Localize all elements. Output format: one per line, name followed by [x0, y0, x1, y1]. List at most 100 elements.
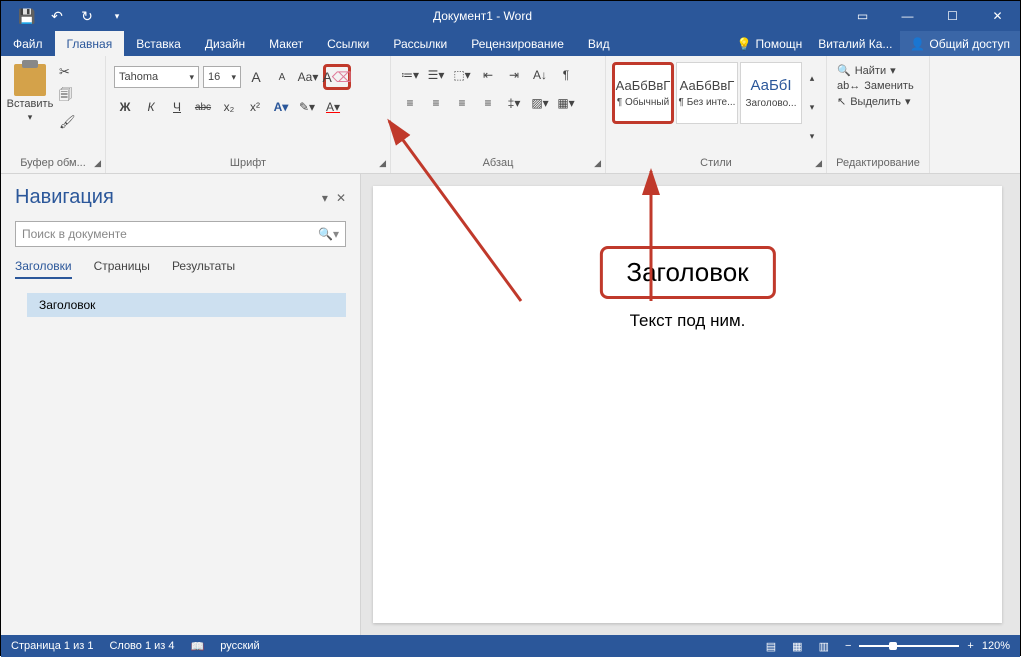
ribbon-options-icon[interactable]: ▭	[840, 1, 885, 31]
group-font-label: Шрифт	[110, 155, 386, 173]
proofing-icon[interactable]: 📖	[191, 640, 205, 653]
style-heading1[interactable]: АаБбІ Заголово...	[740, 62, 802, 124]
group-editing: 🔍 Найти ▾ ab↔ Заменить ↖ Выделить ▾ Реда…	[827, 56, 930, 173]
save-icon[interactable]: 💾	[19, 8, 35, 24]
bullets-button[interactable]: ≔▾	[399, 64, 421, 86]
nav-tab-pages[interactable]: Страницы	[94, 259, 150, 279]
tab-references[interactable]: Ссылки	[315, 31, 381, 56]
copy-icon[interactable]: 🗐	[59, 86, 76, 108]
user-name[interactable]: Виталий Ка...	[810, 31, 900, 56]
decrease-indent-button[interactable]: ⇤	[477, 64, 499, 86]
align-center-button[interactable]: ≡	[425, 92, 447, 114]
clear-formatting-button[interactable]: A⌫	[323, 64, 351, 90]
tab-insert[interactable]: Вставка	[124, 31, 193, 56]
paste-label: Вставить	[7, 98, 54, 110]
ribbon: Вставить ▾ ✂ 🗐 🖌 Буфер обм... ◢ Tahoma▾ …	[1, 56, 1020, 174]
group-styles-label: Стили	[610, 155, 822, 173]
status-words[interactable]: Слово 1 из 4	[109, 640, 174, 652]
sort-button[interactable]: A↓	[529, 64, 551, 86]
redo-icon[interactable]: ↻	[79, 8, 95, 24]
zoom-slider[interactable]	[859, 645, 959, 647]
shading-button[interactable]: ▨▾	[529, 92, 551, 114]
minimize-icon[interactable]: —	[885, 1, 930, 31]
zoom-in-icon[interactable]: +	[967, 640, 973, 652]
nav-tab-headings[interactable]: Заголовки	[15, 259, 72, 279]
styles-scroll-down-icon[interactable]: ▾	[806, 102, 818, 113]
format-painter-icon[interactable]: 🖌	[59, 114, 76, 130]
zoom-out-icon[interactable]: −	[845, 640, 851, 652]
font-name-combo[interactable]: Tahoma▾	[114, 66, 199, 88]
status-page[interactable]: Страница 1 из 1	[11, 640, 93, 652]
workspace: Навигация ▾ ✕ Поиск в документе 🔍▾ Заголо…	[1, 174, 1020, 635]
tab-layout[interactable]: Макет	[257, 31, 315, 56]
change-case-button[interactable]: Aa▾	[297, 66, 319, 88]
line-spacing-button[interactable]: ‡▾	[503, 92, 525, 114]
tell-me[interactable]: 💡 Помощн	[729, 31, 811, 56]
paragraph-launcher-icon[interactable]: ◢	[594, 158, 601, 169]
borders-button[interactable]: ▦▾	[555, 92, 577, 114]
text-effects-button[interactable]: A▾	[270, 96, 292, 118]
style-no-spacing[interactable]: АаБбВвГ ¶ Без инте...	[676, 62, 738, 124]
bold-button[interactable]: Ж	[114, 96, 136, 118]
styles-scroll-up-icon[interactable]: ▴	[806, 73, 818, 84]
document-heading[interactable]: Заголовок	[599, 246, 775, 299]
shrink-font-button[interactable]: A	[271, 66, 293, 88]
increase-indent-button[interactable]: ⇥	[503, 64, 525, 86]
tab-design[interactable]: Дизайн	[193, 31, 257, 56]
close-icon[interactable]: ✕	[975, 1, 1020, 31]
share-button[interactable]: 👤 Общий доступ	[900, 31, 1020, 56]
font-launcher-icon[interactable]: ◢	[379, 158, 386, 169]
numbering-button[interactable]: ☰▾	[425, 64, 447, 86]
justify-button[interactable]: ≡	[477, 92, 499, 114]
zoom-level[interactable]: 120%	[982, 640, 1010, 652]
tab-view[interactable]: Вид	[576, 31, 622, 56]
maximize-icon[interactable]: ☐	[930, 1, 975, 31]
nav-tab-results[interactable]: Результаты	[172, 259, 235, 279]
document-body-text[interactable]: Текст под ним.	[453, 311, 922, 331]
show-marks-button[interactable]: ¶	[555, 64, 577, 86]
strike-button[interactable]: abc	[192, 96, 214, 118]
find-button[interactable]: 🔍 Найти ▾	[837, 64, 919, 77]
status-language[interactable]: русский	[220, 640, 259, 652]
tab-home[interactable]: Главная	[55, 31, 125, 56]
italic-button[interactable]: К	[140, 96, 162, 118]
highlight-button[interactable]: ✎▾	[296, 96, 318, 118]
view-web-icon[interactable]: ▥	[819, 640, 829, 653]
style-normal[interactable]: АаБбВвГ ¶ Обычный	[612, 62, 674, 124]
clipboard-launcher-icon[interactable]: ◢	[94, 158, 101, 169]
tab-review[interactable]: Рецензирование	[459, 31, 576, 56]
group-font: Tahoma▾ 16▾ A A Aa▾ A⌫ Ж К Ч abc x₂ x² A…	[106, 56, 391, 173]
eraser-icon: A⌫	[322, 69, 351, 86]
cut-icon[interactable]: ✂	[59, 64, 76, 80]
nav-dropdown-icon[interactable]: ▾	[322, 191, 328, 205]
replace-button[interactable]: ab↔ Заменить	[837, 80, 919, 92]
align-right-button[interactable]: ≡	[451, 92, 473, 114]
style-normal-label: ¶ Обычный	[617, 97, 669, 108]
font-size-combo[interactable]: 16▾	[203, 66, 241, 88]
underline-button[interactable]: Ч	[166, 96, 188, 118]
status-bar: Страница 1 из 1 Слово 1 из 4 📖 русский ▤…	[1, 635, 1020, 657]
styles-launcher-icon[interactable]: ◢	[815, 158, 822, 169]
document-area: Заголовок Текст под ним.	[361, 174, 1020, 635]
view-print-icon[interactable]: ▦	[792, 640, 802, 653]
grow-font-button[interactable]: A	[245, 66, 267, 88]
multilevel-button[interactable]: ⬚▾	[451, 64, 473, 86]
styles-expand-icon[interactable]: ▾	[806, 131, 818, 142]
nav-search-input[interactable]: Поиск в документе 🔍▾	[15, 221, 346, 247]
tab-mailings[interactable]: Рассылки	[381, 31, 459, 56]
undo-icon[interactable]: ↶	[49, 8, 65, 24]
view-read-icon[interactable]: ▤	[766, 640, 776, 653]
nav-title: Навигация	[15, 186, 114, 209]
superscript-button[interactable]: x²	[244, 96, 266, 118]
subscript-button[interactable]: x₂	[218, 96, 240, 118]
tab-file[interactable]: Файл	[1, 31, 55, 56]
align-left-button[interactable]: ≡	[399, 92, 421, 114]
ribbon-tabs: Файл Главная Вставка Дизайн Макет Ссылки…	[1, 31, 1020, 56]
page[interactable]: Заголовок Текст под ним.	[373, 186, 1002, 623]
nav-heading-item[interactable]: Заголовок	[27, 293, 346, 317]
nav-close-icon[interactable]: ✕	[336, 191, 346, 205]
qat-more-icon[interactable]: ▾	[109, 8, 125, 24]
font-color-button[interactable]: A▾	[322, 96, 344, 118]
paste-button[interactable]: Вставить ▾	[5, 60, 55, 155]
select-button[interactable]: ↖ Выделить ▾	[837, 95, 919, 108]
